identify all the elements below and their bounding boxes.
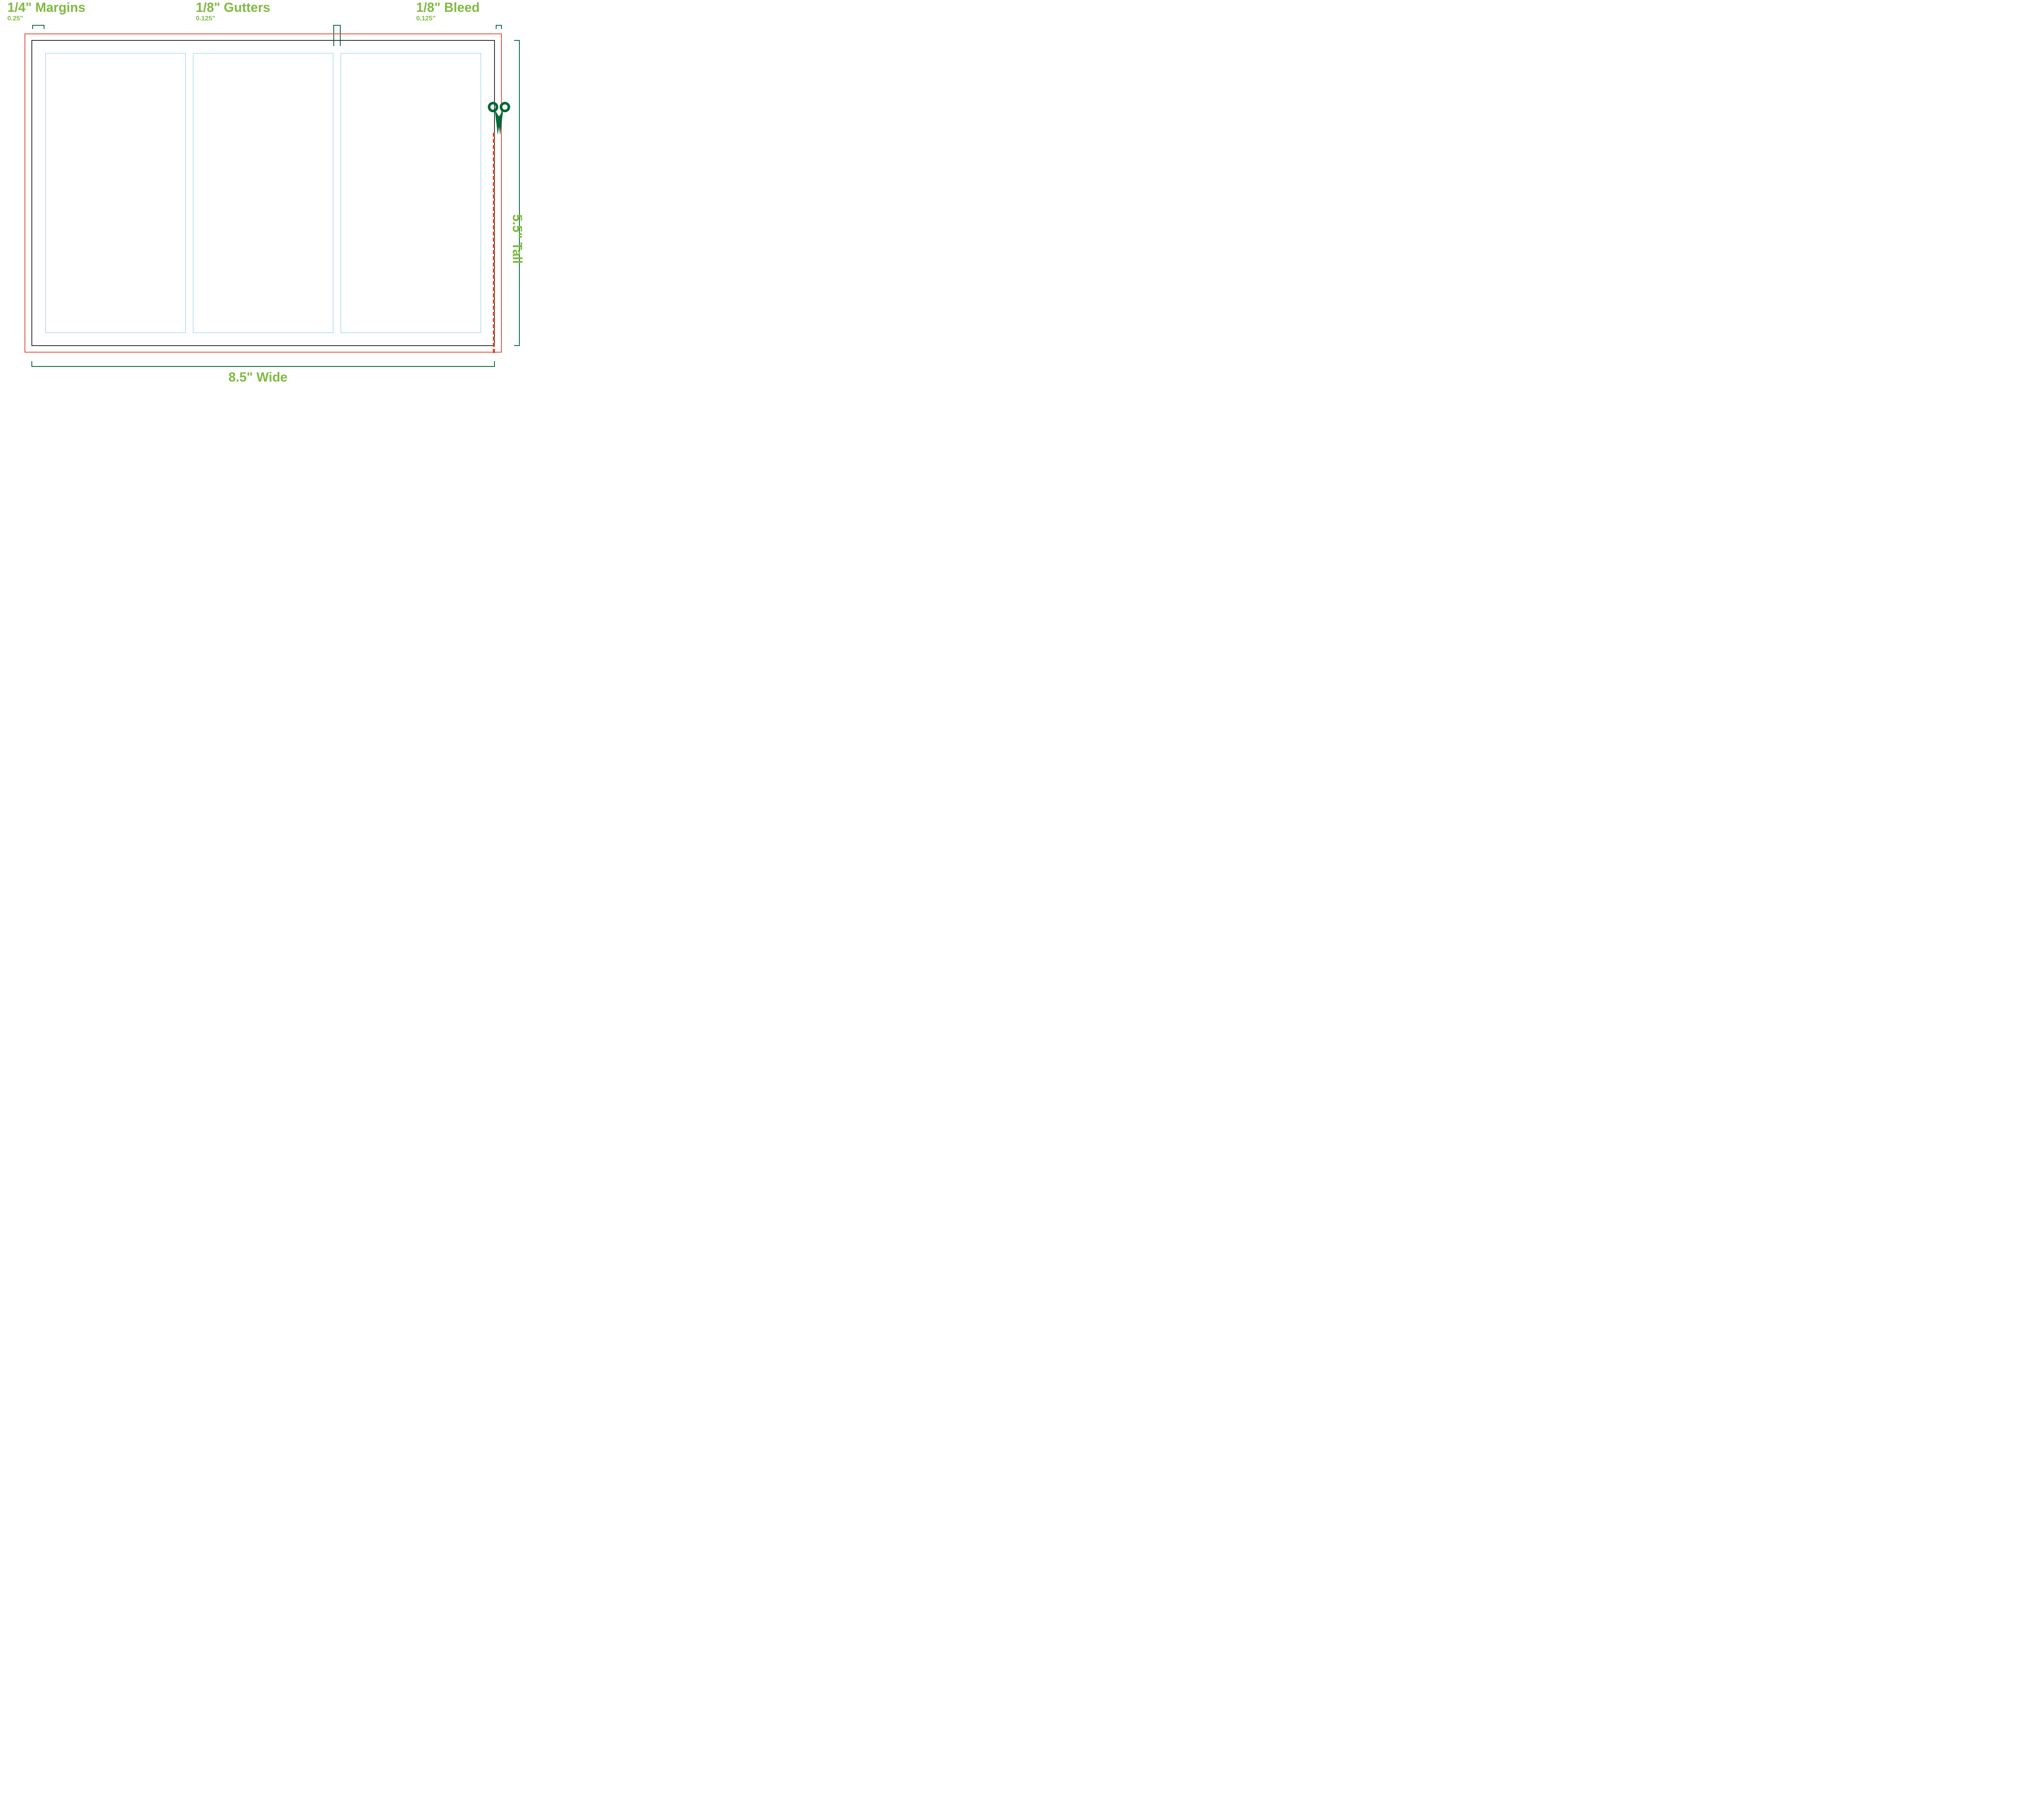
wide-label: 8.5" Wide <box>228 370 288 385</box>
margins-bracket <box>32 25 44 29</box>
gutters-sub: 0.125" <box>196 15 270 22</box>
margins-title: 1/4" Margins <box>7 0 85 15</box>
gutters-label: 1/8" Gutters 0.125" <box>196 0 270 22</box>
bleed-bracket <box>496 25 502 29</box>
bleed-title: 1/8" Bleed <box>416 0 480 15</box>
panel-1 <box>45 53 186 333</box>
margins-label: 1/4" Margins 0.25" <box>7 0 85 22</box>
panel-3 <box>341 53 481 333</box>
scissors-icon <box>485 101 513 135</box>
wide-bracket <box>31 361 495 367</box>
tall-bracket <box>514 40 520 346</box>
bleed-label: 1/8" Bleed 0.125" <box>416 0 480 22</box>
tall-label: 5.5" Tall <box>510 214 525 264</box>
margins-sub: 0.25" <box>7 15 85 22</box>
gutters-title: 1/8" Gutters <box>196 0 270 15</box>
bleed-sub: 0.125" <box>416 15 480 22</box>
cut-line <box>493 133 495 353</box>
panel-2 <box>193 53 333 333</box>
